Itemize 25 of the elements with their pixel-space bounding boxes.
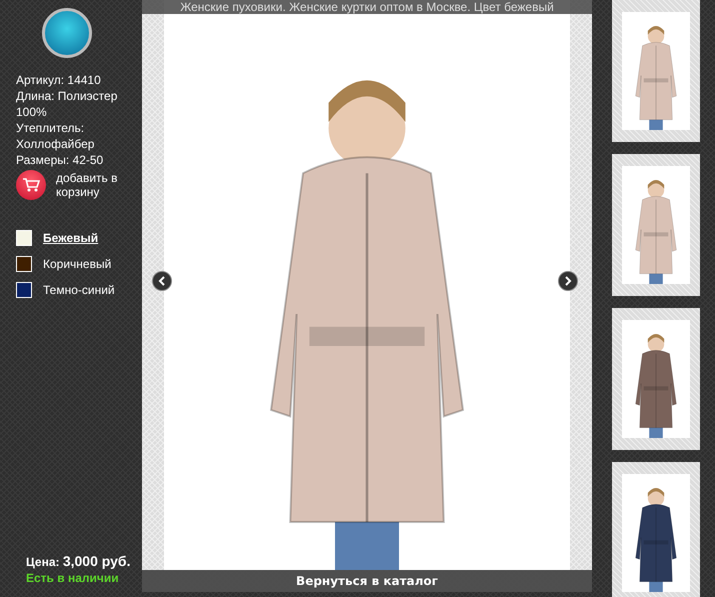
availability-text: Есть в наличии <box>26 571 120 585</box>
thumbnail-frame[interactable] <box>612 308 700 450</box>
thumbnail-frame[interactable] <box>612 462 700 597</box>
color-swatch[interactable] <box>16 282 32 298</box>
color-swatch[interactable] <box>16 256 32 272</box>
product-detail: Утеплитель: Холлофайбер <box>16 120 96 152</box>
chevron-left-icon <box>158 276 166 286</box>
add-to-cart-button[interactable]: добавить в корзину <box>16 170 131 200</box>
photo-caption: Женские пуховики. Женские куртки оптом в Москве. Цвет бежевый <box>142 0 592 14</box>
color-link[interactable]: Бежевый <box>43 231 98 245</box>
thumbnail-frame[interactable] <box>612 0 700 142</box>
chevron-right-icon <box>564 276 572 286</box>
cart-icon <box>22 177 40 193</box>
product-detail: Длина: Полиэстер 100% <box>16 88 118 120</box>
back-to-catalog-link[interactable]: Вернуться в каталог <box>296 574 438 588</box>
thumbnail-frame[interactable] <box>612 154 700 296</box>
logo-icon[interactable] <box>42 8 92 58</box>
product-detail: Размеры: 42-50 <box>16 152 104 168</box>
next-arrow-button[interactable] <box>558 271 578 291</box>
color-link[interactable]: Коричневый <box>43 257 112 271</box>
color-link[interactable]: Темно-синий <box>43 283 115 297</box>
previous-arrow-button[interactable] <box>152 271 172 291</box>
color-swatch[interactable] <box>16 230 32 246</box>
product-detail: Артикул: 14410 <box>16 72 102 88</box>
price-text: Цена: 3,000 руб. <box>26 553 132 569</box>
